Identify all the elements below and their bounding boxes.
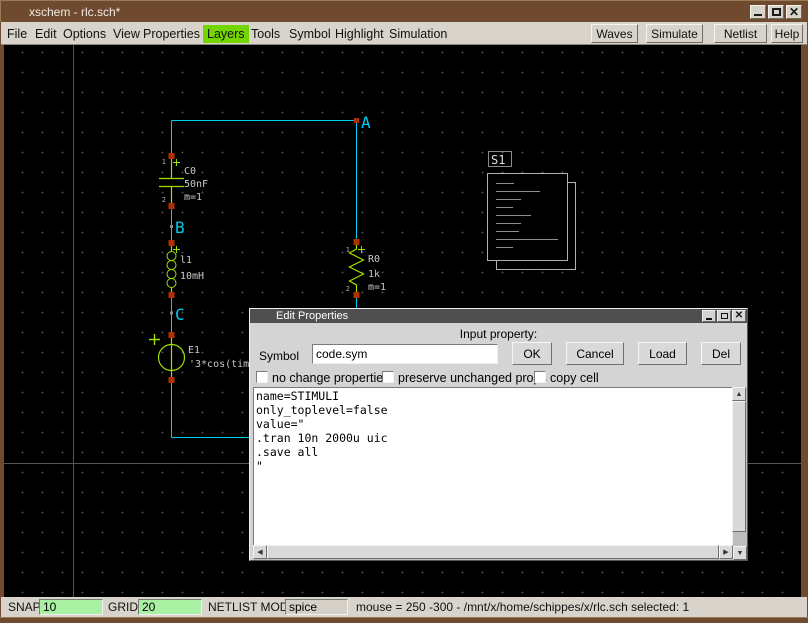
properties-text-frame: name=STIMULI only_toplevel=false value="… bbox=[253, 387, 733, 546]
capacitor-mult: m=1 bbox=[184, 192, 202, 203]
inductor-value: 10mH bbox=[180, 271, 204, 282]
no-change-properties-label: no change properties bbox=[272, 371, 389, 385]
del-button[interactable]: Del bbox=[701, 342, 741, 365]
menu-file[interactable]: File bbox=[3, 25, 31, 43]
vertical-scrollbar[interactable]: ▲ bbox=[733, 387, 747, 546]
dialog-titlebar[interactable]: Edit Properties ✕ bbox=[250, 309, 747, 323]
scroll-down-arrow[interactable]: ▼ bbox=[733, 546, 747, 560]
resistor-mult: m=1 bbox=[368, 282, 386, 293]
net-label-b: B bbox=[175, 218, 185, 237]
checkbox-row: no change properties preserve unchanged … bbox=[250, 370, 747, 386]
window-close-button[interactable]: ✕ bbox=[786, 5, 802, 19]
grid-input[interactable] bbox=[138, 599, 202, 615]
minimize-icon bbox=[754, 14, 762, 16]
window-title: xschem - rlc.sch* bbox=[29, 5, 120, 19]
maximize-icon bbox=[721, 313, 728, 319]
menu-edit[interactable]: Edit bbox=[31, 25, 61, 43]
waves-button[interactable]: Waves bbox=[591, 24, 638, 43]
window-minimize-button[interactable] bbox=[750, 5, 766, 19]
dialog-maximize-button[interactable] bbox=[717, 310, 731, 322]
menu-properties[interactable]: Properties bbox=[139, 25, 204, 43]
dialog-close-button[interactable]: ✕ bbox=[732, 310, 746, 322]
window-maximize-button[interactable] bbox=[768, 5, 784, 19]
resistor-name: R0 bbox=[368, 254, 380, 265]
resistor-symbol[interactable]: 1 2 R0 1k m=1 bbox=[346, 245, 386, 293]
symbol-label: Symbol bbox=[259, 349, 299, 363]
dialog-title: Edit Properties bbox=[276, 310, 348, 322]
copy-cell-label: copy cell bbox=[550, 371, 599, 385]
capacitor-pin1: 1 bbox=[162, 158, 166, 166]
xschem-window: xschem - rlc.sch* ✕ File Edit Options Vi… bbox=[0, 0, 808, 623]
grid-label: GRID: bbox=[108, 600, 141, 614]
load-button[interactable]: Load bbox=[638, 342, 687, 365]
menu-layers[interactable]: Layers bbox=[203, 25, 249, 43]
maximize-icon bbox=[772, 8, 781, 16]
net-labels[interactable]: A B C bbox=[170, 113, 371, 324]
menu-options[interactable]: Options bbox=[59, 25, 110, 43]
capacitor-name: C0 bbox=[184, 166, 196, 177]
cancel-button[interactable]: Cancel bbox=[566, 342, 624, 365]
source-name: E1 bbox=[188, 345, 200, 356]
input-property-label: Input property: bbox=[250, 327, 747, 341]
menu-tools[interactable]: Tools bbox=[247, 25, 284, 43]
ok-button[interactable]: OK bbox=[512, 342, 552, 365]
copy-cell-checkbox[interactable] bbox=[534, 371, 546, 383]
simulate-button[interactable]: Simulate bbox=[646, 24, 703, 43]
no-change-properties-checkbox[interactable] bbox=[256, 371, 268, 383]
resistor-pin1: 1 bbox=[346, 246, 350, 254]
menu-simulation[interactable]: Simulation bbox=[385, 25, 451, 43]
scroll-left-arrow[interactable]: ◀ bbox=[253, 545, 267, 559]
code-block-label: S1 bbox=[491, 153, 505, 167]
mouse-info: mouse = 250 -300 - /mnt/x/home/schippes/… bbox=[356, 600, 689, 614]
menu-symbol[interactable]: Symbol bbox=[285, 25, 335, 43]
horizontal-scrollbar[interactable]: ◀ ▶ bbox=[253, 546, 733, 560]
net-label-c: C bbox=[175, 305, 185, 324]
dialog-controls: ✕ bbox=[702, 310, 746, 322]
preserve-unchanged-props-label: preserve unchanged props bbox=[398, 371, 547, 385]
capacitor-symbol[interactable]: 1 2 C0 50nF m=1 bbox=[159, 156, 208, 204]
preserve-unchanged-props-checkbox[interactable] bbox=[382, 371, 394, 383]
close-icon: ✕ bbox=[789, 7, 799, 17]
snap-input[interactable] bbox=[39, 599, 103, 615]
horizontal-scroll-thumb[interactable] bbox=[267, 545, 719, 559]
net-label-a: A bbox=[361, 113, 371, 132]
window-border bbox=[0, 617, 808, 623]
menubar: File Edit Options View Properties Layers… bbox=[1, 22, 807, 45]
inductor-symbol[interactable]: l1 10mH bbox=[167, 246, 204, 292]
code-block-symbol[interactable]: S1 bbox=[488, 152, 576, 270]
dialog-minimize-button[interactable] bbox=[702, 310, 716, 322]
help-button[interactable]: Help bbox=[771, 24, 803, 43]
properties-textarea[interactable]: name=STIMULI only_toplevel=false value="… bbox=[254, 388, 732, 545]
window-controls: ✕ bbox=[750, 5, 802, 19]
scroll-right-arrow[interactable]: ▶ bbox=[719, 545, 733, 559]
vertical-scroll-thumb[interactable] bbox=[732, 401, 746, 532]
statusbar: SNAP: GRID: NETLIST MODE: mouse = 250 -3… bbox=[1, 597, 807, 617]
symbol-input[interactable] bbox=[312, 344, 498, 364]
resistor-pin2: 2 bbox=[346, 285, 350, 293]
edit-properties-dialog: Edit Properties ✕ Input property: Symbol… bbox=[249, 308, 748, 561]
scroll-up-arrow[interactable]: ▲ bbox=[732, 387, 746, 401]
titlebar[interactable]: xschem - rlc.sch* ✕ bbox=[0, 0, 808, 22]
capacitor-pin2: 2 bbox=[162, 196, 166, 204]
menu-highlight[interactable]: Highlight bbox=[331, 25, 388, 43]
netlist-button[interactable]: Netlist bbox=[714, 24, 767, 43]
netlist-mode-input[interactable] bbox=[285, 599, 348, 615]
capacitor-value: 50nF bbox=[184, 179, 208, 190]
minimize-icon bbox=[706, 318, 712, 320]
close-icon: ✕ bbox=[735, 312, 743, 320]
inductor-name: l1 bbox=[180, 255, 192, 266]
resistor-value: 1k bbox=[368, 269, 380, 280]
